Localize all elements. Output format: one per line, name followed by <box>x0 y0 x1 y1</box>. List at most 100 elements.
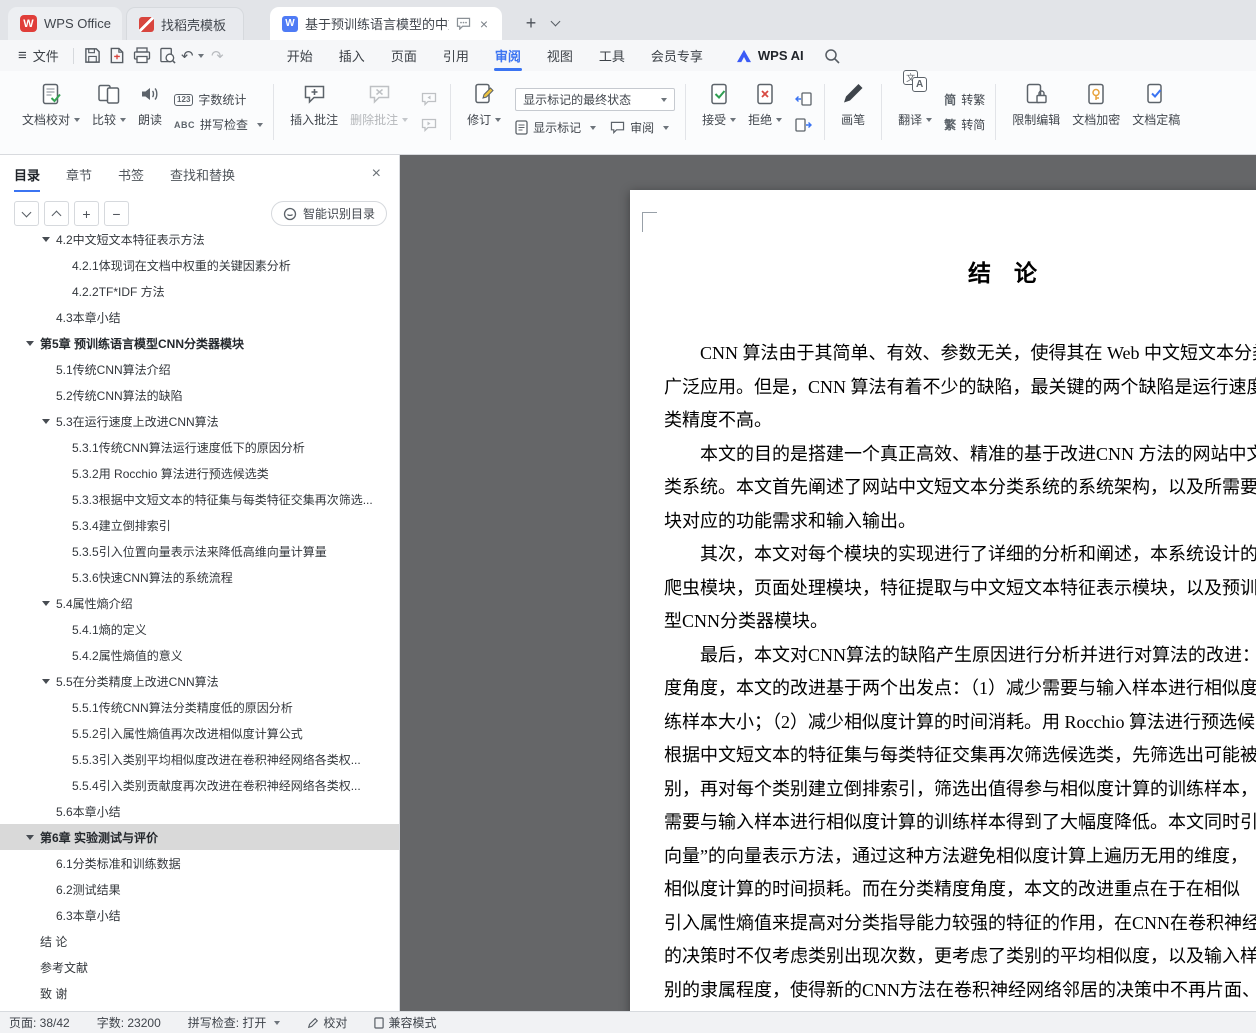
toc-item[interactable]: 6.1分类标准和训练数据 <box>0 850 399 876</box>
next-change-button[interactable] <box>792 116 814 134</box>
toc-item[interactable]: 5.6本章小结 <box>0 798 399 824</box>
redo-button[interactable]: ↷ <box>205 44 230 68</box>
tab-close-icon[interactable]: × <box>478 16 490 32</box>
spell-check-button[interactable]: ABC 拼写检查 <box>174 116 264 133</box>
comment-bubble-icon[interactable] <box>456 17 471 30</box>
word-count-indicator[interactable]: 字数: 23200 <box>97 1014 161 1031</box>
tab-contents[interactable]: 目录 <box>14 155 41 194</box>
collapse-triangle-icon[interactable] <box>42 601 50 606</box>
toc-item[interactable]: 5.3.3根据中文短文本的特征集与每类特征交集再次筛选... <box>0 486 399 512</box>
show-markup-button[interactable]: 显示标记 <box>515 119 597 136</box>
collapse-triangle-icon[interactable] <box>42 679 50 684</box>
next-heading-button[interactable] <box>14 201 39 226</box>
traditional-to-simplified-button[interactable]: 繁 转简 <box>944 116 985 133</box>
tab-wps-office-home[interactable]: W WPS Office <box>8 7 122 40</box>
compare-button[interactable]: 比较 <box>86 74 132 150</box>
insert-comment-button[interactable]: 插入批注 <box>284 74 344 150</box>
output-pdf-button[interactable] <box>105 44 130 68</box>
track-changes-button[interactable]: 修订 <box>461 74 507 150</box>
tab-home[interactable]: 开始 <box>274 40 326 71</box>
spellcheck-indicator[interactable]: 拼写检查: 打开 <box>188 1014 281 1031</box>
toc-item[interactable]: 5.4.1熵的定义 <box>0 616 399 642</box>
toc-item[interactable]: 5.3在运行速度上改进CNN算法 <box>0 408 399 434</box>
toc-item[interactable]: 5.5在分类精度上改进CNN算法 <box>0 668 399 694</box>
tab-bookmarks[interactable]: 书签 <box>118 155 144 194</box>
tab-chapters[interactable]: 章节 <box>66 155 92 194</box>
compat-mode-indicator[interactable]: 兼容模式 <box>374 1014 436 1031</box>
toc-item[interactable]: 5.3.6快速CNN算法的系统流程 <box>0 564 399 590</box>
previous-comment-button[interactable] <box>418 90 440 108</box>
delete-comment-button[interactable]: 删除批注 <box>344 74 414 150</box>
toc-item[interactable]: 5.5.3引入类别平均相似度改进在卷积神经网络各类权... <box>0 746 399 772</box>
toc-item[interactable]: 5.4属性熵介绍 <box>0 590 399 616</box>
toc-item[interactable]: 5.5.2引入属性熵值再次改进相似度计算公式 <box>0 720 399 746</box>
toc-item[interactable]: 5.3.4建立倒排索引 <box>0 512 399 538</box>
finalize-button[interactable]: 文档定稿 <box>1126 74 1186 150</box>
close-pane-icon[interactable]: × <box>368 165 385 183</box>
toc-item[interactable]: 5.1传统CNN算法介绍 <box>0 356 399 382</box>
document-canvas[interactable]: 结 论 CNN 算法由于其简单、有效、参数无关，使得其在 Web 中文短文本分类… <box>400 155 1256 1011</box>
smart-toc-button[interactable]: 智能识别目录 <box>270 201 387 226</box>
previous-heading-button[interactable] <box>44 201 69 226</box>
translate-button[interactable]: 文 A 翻译 <box>892 70 938 150</box>
collapse-triangle-icon[interactable] <box>26 341 34 346</box>
toc-item[interactable]: 结 论 <box>0 928 399 954</box>
markup-state-select[interactable]: 显示标记的最终状态 <box>515 88 676 111</box>
toc-item[interactable]: 4.2.1体现词在文档中权重的关键因素分析 <box>0 252 399 278</box>
tab-list-chevron-icon[interactable] <box>544 10 566 36</box>
print-button[interactable] <box>130 44 155 68</box>
tab-review[interactable]: 审阅 <box>482 40 534 71</box>
toc-item[interactable]: 4.3本章小结 <box>0 304 399 330</box>
toc-item[interactable]: 6.2测试结果 <box>0 876 399 902</box>
print-preview-button[interactable] <box>155 44 180 68</box>
restrict-editing-button[interactable]: 限制编辑 <box>1006 74 1066 150</box>
collapse-triangle-icon[interactable] <box>42 237 50 242</box>
page-indicator[interactable]: 页面: 38/42 <box>9 1014 70 1031</box>
toc-item[interactable]: 5.2传统CNN算法的缺陷 <box>0 382 399 408</box>
toc-item[interactable]: 4.2中文短文本特征表示方法 <box>0 234 399 252</box>
toc-item[interactable]: 第6章 实验测试与评价 <box>0 824 399 850</box>
toc-item[interactable]: 5.5.1传统CNN算法分类精度低的原因分析 <box>0 694 399 720</box>
word-count-button[interactable]: 123 字数统计 <box>174 91 263 108</box>
toc-item[interactable]: 参考文献 <box>0 954 399 980</box>
tab-insert[interactable]: 插入 <box>326 40 378 71</box>
simplified-to-traditional-button[interactable]: 简 转繁 <box>944 91 985 108</box>
tab-find-replace[interactable]: 查找和替换 <box>170 155 235 194</box>
tab-view[interactable]: 视图 <box>534 40 586 71</box>
toc-item[interactable]: 6.3本章小结 <box>0 902 399 928</box>
review-button[interactable]: 审阅 <box>610 119 670 136</box>
tab-membership[interactable]: 会员专享 <box>638 40 716 71</box>
undo-button[interactable]: ↶ <box>180 44 205 68</box>
toc-item[interactable]: 5.3.2用 Rocchio 算法进行预选候选类 <box>0 460 399 486</box>
tab-current-document[interactable]: W 基于预训练语言模型的中文短 × <box>270 7 502 40</box>
save-button[interactable] <box>80 44 105 68</box>
proofread-button[interactable]: 文档校对 <box>16 74 86 150</box>
file-menu-button[interactable]: ≡ 文件 <box>10 40 67 71</box>
search-icon[interactable] <box>824 48 840 64</box>
tab-docer-template[interactable]: 找稻壳模板 <box>126 7 244 40</box>
toc-item[interactable]: 5.3.5引入位置向量表示法来降低高维向量计算量 <box>0 538 399 564</box>
toc-item[interactable]: 第5章 预训练语言模型CNN分类器模块 <box>0 330 399 356</box>
collapse-all-button[interactable]: − <box>104 201 129 226</box>
pen-button[interactable]: 画笔 <box>835 74 871 150</box>
toc-item[interactable]: 致 谢 <box>0 980 399 1006</box>
tab-tools[interactable]: 工具 <box>586 40 638 71</box>
proofread-tool[interactable]: 校对 <box>307 1014 347 1031</box>
expand-all-button[interactable]: + <box>74 201 99 226</box>
toc-item[interactable]: 4.2.2TF*IDF 方法 <box>0 278 399 304</box>
reject-button[interactable]: 拒绝 <box>742 74 788 150</box>
document-page[interactable]: 结 论 CNN 算法由于其简单、有效、参数无关，使得其在 Web 中文短文本分类… <box>630 190 1256 1011</box>
toc-item[interactable]: 5.5.4引入类别贡献度再次改进在卷积神经网络各类权... <box>0 772 399 798</box>
next-comment-button[interactable] <box>418 116 440 134</box>
accept-button[interactable]: 接受 <box>696 74 742 150</box>
wps-ai-button[interactable]: WPS AI <box>736 48 804 63</box>
toc-item[interactable]: 5.3.1传统CNN算法运行速度低下的原因分析 <box>0 434 399 460</box>
toc-item[interactable]: 5.4.2属性熵值的意义 <box>0 642 399 668</box>
previous-change-button[interactable] <box>792 90 814 108</box>
tab-page-layout[interactable]: 页面 <box>378 40 430 71</box>
encrypt-button[interactable]: 文档加密 <box>1066 74 1126 150</box>
tab-reference[interactable]: 引用 <box>430 40 482 71</box>
collapse-triangle-icon[interactable] <box>42 419 50 424</box>
new-tab-button[interactable]: + <box>518 10 544 36</box>
collapse-triangle-icon[interactable] <box>26 835 34 840</box>
